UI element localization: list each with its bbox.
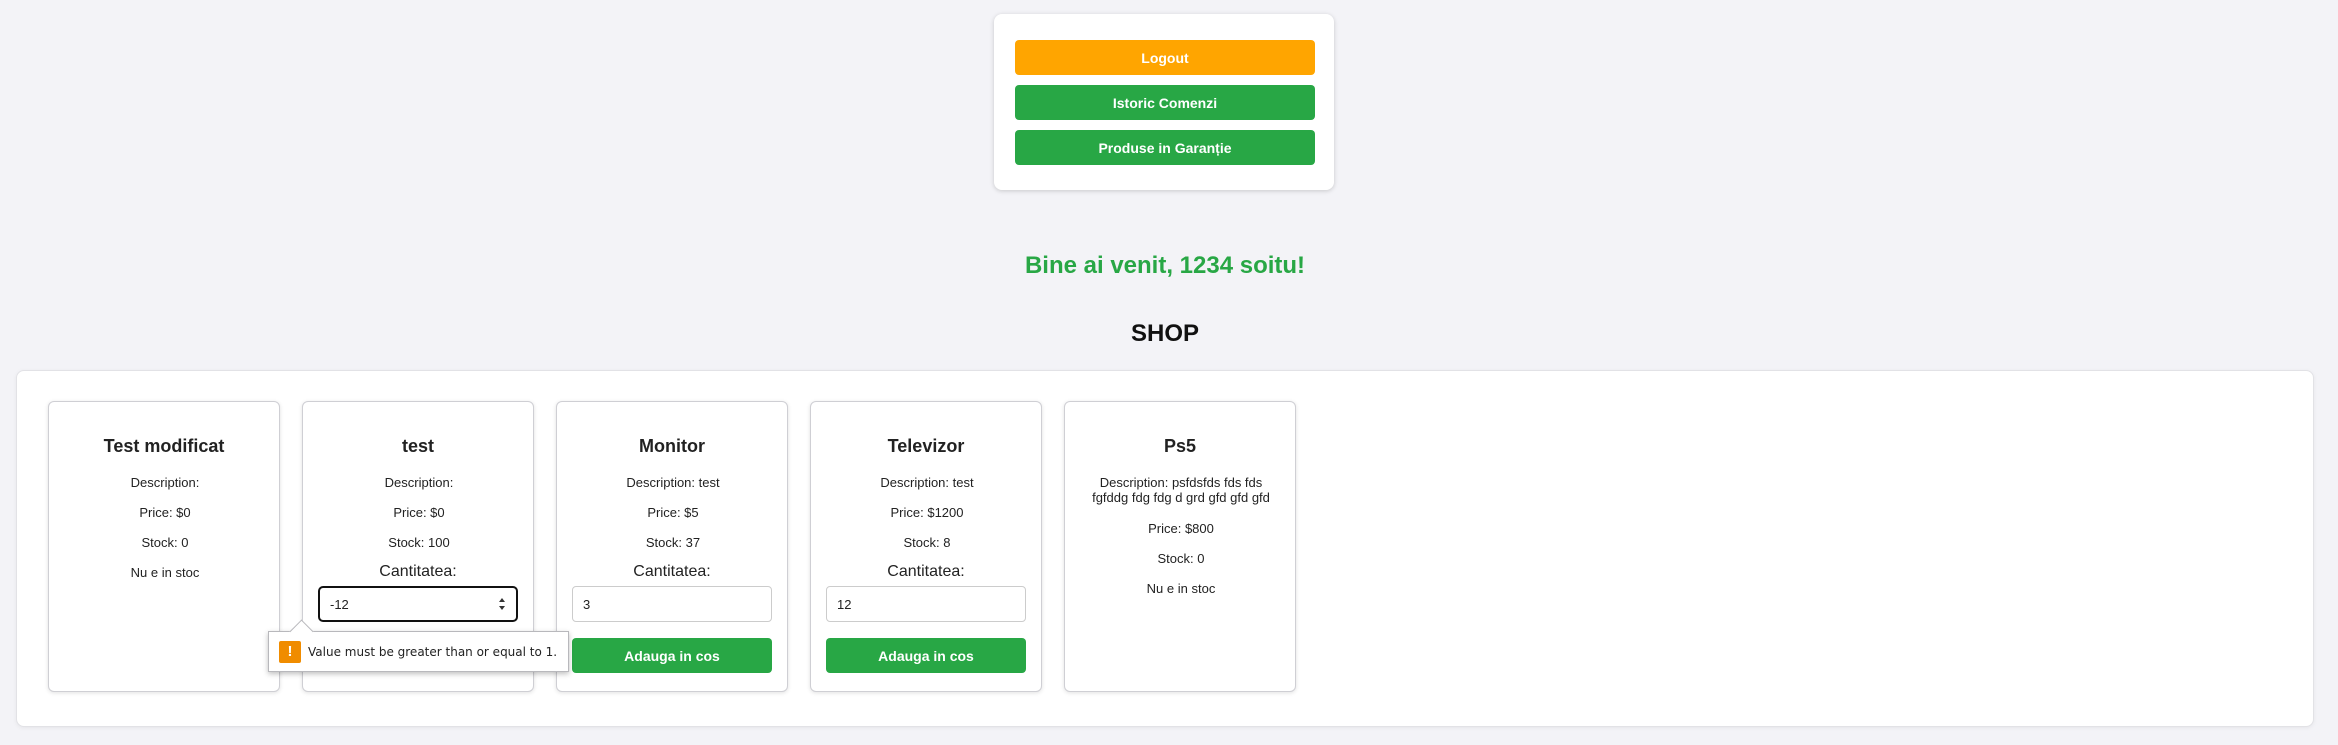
- order-history-button[interactable]: Istoric Comenzi: [1015, 85, 1315, 120]
- quantity-value: 3: [583, 596, 591, 612]
- quantity-input[interactable]: 12: [826, 586, 1026, 622]
- product-card: Ps5 Description: psfdsfds fds fds fgfddg…: [1064, 401, 1296, 692]
- product-description: Description:: [130, 475, 200, 490]
- product-stock: Stock: 8: [903, 535, 951, 550]
- product-name: Monitor: [639, 436, 705, 456]
- product-description: Description: test: [626, 475, 720, 490]
- user-menu-panel: Logout Istoric Comenzi Produse in Garanț…: [994, 14, 1334, 190]
- product-stock: Stock: 37: [645, 535, 701, 550]
- product-card: Test modificat Description: Price: $0 St…: [48, 401, 280, 692]
- product-stock: Stock: 0: [1157, 551, 1205, 566]
- warning-icon: !: [279, 641, 301, 663]
- product-description-line1: Description: psfdsfds fds fds: [1099, 475, 1263, 490]
- quantity-label: Cantitatea:: [379, 563, 457, 580]
- product-stock: Stock: 0: [141, 535, 189, 550]
- quantity-label: Cantitatea:: [633, 563, 711, 580]
- add-to-cart-button[interactable]: Adauga in cos: [826, 638, 1026, 673]
- welcome-message: Bine ai venit, 1234 soitu!: [1024, 252, 1306, 279]
- product-price: Price: $0: [139, 505, 191, 520]
- product-price: Price: $0: [393, 505, 445, 520]
- out-of-stock-label: Nu e in stoc: [1146, 581, 1216, 596]
- product-name: Ps5: [1163, 436, 1197, 456]
- quantity-input[interactable]: 3: [572, 586, 772, 622]
- quantity-value: -12: [330, 596, 349, 612]
- add-to-cart-button[interactable]: Adauga in cos: [572, 638, 772, 673]
- out-of-stock-label: Nu e in stoc: [130, 565, 200, 580]
- product-price: Price: $1200: [890, 505, 964, 520]
- validation-tooltip: ! Value must be greater than or equal to…: [268, 619, 569, 672]
- product-card: Televizor Description: test Price: $1200…: [810, 401, 1042, 692]
- product-description-line2: fgfddg fdg fdg d grd gfd gfd gfd: [1092, 490, 1270, 505]
- shop-title: SHOP: [1130, 320, 1199, 347]
- quantity-value: 12: [837, 596, 852, 612]
- product-stock: Stock: 100: [388, 535, 450, 550]
- product-name: Televizor: [887, 436, 965, 456]
- product-description: Description: test: [880, 475, 974, 490]
- logout-button[interactable]: Logout: [1015, 40, 1315, 75]
- warranty-products-button[interactable]: Produse in Garanție: [1015, 130, 1315, 165]
- spinner-arrows-icon[interactable]: [498, 597, 506, 611]
- quantity-input[interactable]: -12: [318, 586, 518, 622]
- product-description: Description:: [384, 475, 454, 490]
- validation-message: Value must be greater than or equal to 1…: [308, 645, 558, 659]
- product-card: Monitor Description: test Price: $5 Stoc…: [556, 401, 788, 692]
- quantity-label: Cantitatea:: [887, 563, 965, 580]
- product-name: Test modificat: [103, 436, 225, 456]
- product-price: Price: $800: [1148, 521, 1214, 536]
- product-name: test: [401, 436, 434, 456]
- product-price: Price: $5: [647, 505, 699, 520]
